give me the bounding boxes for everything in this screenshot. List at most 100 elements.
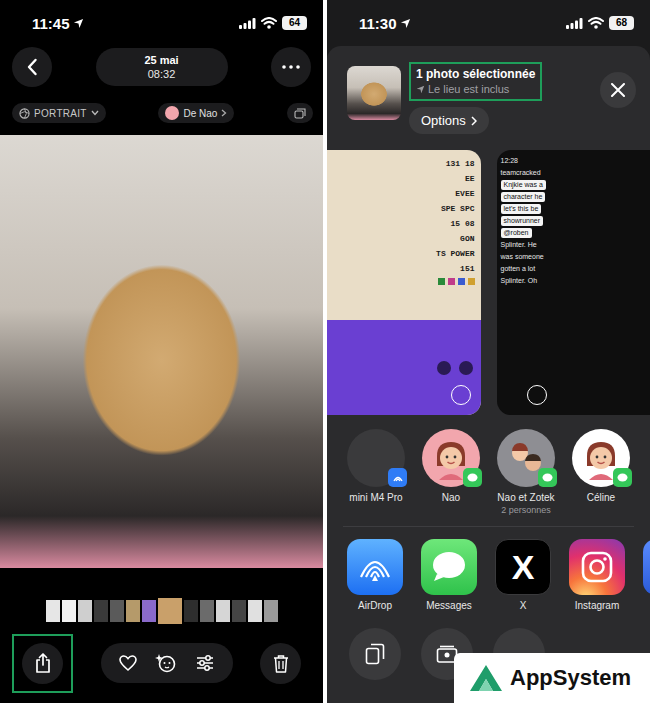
favorite-button[interactable] (113, 648, 143, 678)
thumbnail[interactable] (216, 600, 230, 622)
thumbnail[interactable] (78, 600, 92, 622)
more-button[interactable] (271, 47, 311, 87)
contact-suggestion[interactable]: Céline (565, 429, 637, 516)
thumbnail[interactable] (62, 600, 76, 622)
thumbnail[interactable] (248, 600, 262, 622)
contact-suggestion[interactable]: mini M4 Pro (340, 429, 412, 516)
app-name: AirDrop (358, 600, 392, 612)
speech-bubble-icon (430, 550, 468, 584)
location-arrow-icon (73, 18, 84, 29)
app-name: Messages (426, 600, 472, 612)
thumbnail[interactable] (200, 600, 214, 622)
chat-text: was someone (501, 252, 544, 262)
share-header: 1 photo sélectionnéeLe lieu est inclus Op… (327, 62, 650, 134)
app-icon (421, 539, 477, 595)
author-avatar-icon (165, 106, 179, 120)
contact-avatar (347, 429, 405, 487)
photo-time: 08:32 (148, 67, 176, 81)
close-button[interactable] (600, 72, 636, 108)
author-pill[interactable]: De Nao (158, 103, 234, 123)
thumbnail[interactable] (126, 600, 140, 622)
game-text: 151 (460, 261, 474, 276)
game-text: EE (465, 171, 475, 186)
mode-label: PORTRAIT (34, 108, 87, 119)
delete-button[interactable] (260, 643, 301, 684)
chat-text: Splinter. He (501, 240, 537, 250)
sliders-icon (196, 655, 214, 671)
contact-name: Nao (442, 492, 460, 504)
photo-date: 25 mai (144, 53, 178, 67)
carousel-item[interactable]: 12:28 teamcracked Knjkie was a character he… (497, 150, 650, 415)
contact-name: Céline (587, 492, 615, 504)
photo-carousel: 131 18EEEVEESPE SPC15 08GONTS POWER15112… (327, 150, 650, 415)
wifi-icon (261, 17, 277, 29)
share-app[interactable]: Instagram (569, 539, 625, 612)
console-body (327, 320, 481, 415)
chat-text: 12:28 (501, 156, 519, 166)
app-icon: X (495, 539, 551, 595)
chat-text: Knjkie was a (501, 180, 546, 190)
thumbnail[interactable] (46, 600, 60, 622)
messages-badge-icon (463, 468, 482, 487)
status-bar: 11:3068 (327, 0, 650, 40)
page: 11:456425 mai08:32PORTRAITDe Nao11:30681… (0, 0, 650, 703)
carousel-item[interactable]: 131 18EEEVEESPE SPC15 08GONTS POWER151 (327, 150, 481, 415)
back-button[interactable] (12, 47, 52, 87)
contact-name: Nao et Zotek (497, 492, 554, 504)
chat-text: @roben (501, 228, 532, 238)
contact-suggestion[interactable]: Nao et Zotek2 personnes (490, 429, 562, 516)
edit-button[interactable] (190, 648, 220, 678)
thumbnail[interactable] (184, 600, 198, 622)
heart-icon (119, 655, 137, 671)
thumbnail[interactable] (158, 598, 182, 624)
contact-name: mini M4 Pro (349, 492, 402, 504)
selection-title: 1 photo sélectionnée (416, 67, 535, 82)
portrait-mode-pill[interactable]: PORTRAIT (12, 103, 106, 123)
visual-lookup-button[interactable] (151, 648, 181, 678)
copy-button[interactable] (349, 628, 401, 680)
watermark: AppSystem (454, 653, 650, 703)
contact-avatar (422, 429, 480, 487)
author-label: De Nao (183, 108, 217, 119)
thumbnail[interactable] (264, 600, 278, 622)
share-button[interactable] (22, 643, 63, 684)
options-button[interactable]: Options (409, 107, 489, 134)
next-app-icon[interactable] (643, 539, 650, 595)
chat-text: showrunner (501, 216, 544, 226)
date-pill[interactable]: 25 mai08:32 (96, 48, 228, 86)
viewer-subbar: PORTRAIT De Nao (0, 100, 323, 126)
game-text: SPE SPC (441, 201, 475, 216)
chat-text: character he (501, 192, 546, 202)
trash-icon (273, 654, 289, 673)
game-text: EVEE (455, 186, 474, 201)
share-apps: AirDrop Messages XX Instagram (327, 539, 650, 612)
selection-checkbox[interactable] (527, 385, 547, 405)
contact-suggestion[interactable]: Nao (415, 429, 487, 516)
instagram-camera-icon (580, 550, 614, 584)
game-text: TS POWER (436, 246, 474, 261)
photo-stack-icon (294, 108, 306, 119)
thumbnail[interactable] (110, 600, 124, 622)
chat-text: let's this be (501, 204, 542, 214)
photo-viewer-screen: 11:4564 25 mai08:32 PORTRAIT De Nao (0, 0, 323, 703)
selection-checkbox[interactable] (451, 385, 471, 405)
dog-photo (0, 135, 323, 568)
x-logo: X (512, 550, 535, 584)
share-highlight (12, 634, 73, 693)
more-dots-icon (282, 65, 300, 69)
thumbnail[interactable] (94, 600, 108, 622)
edit-actions-pill (101, 643, 233, 683)
library-button[interactable] (287, 103, 313, 123)
share-app[interactable]: XX (495, 539, 551, 612)
location-note: Le lieu est inclus (416, 82, 535, 96)
thumbnail[interactable] (142, 600, 156, 622)
share-app[interactable]: AirDrop (347, 539, 403, 612)
airdrop-icon (355, 547, 395, 587)
chat-text: teamcracked (501, 168, 541, 178)
share-icon (34, 652, 52, 674)
signal-icon (239, 18, 256, 29)
share-app[interactable]: Messages (421, 539, 477, 612)
status-bar: 11:4564 (0, 0, 323, 40)
chevron-right-icon (471, 116, 477, 126)
thumbnail[interactable] (232, 600, 246, 622)
